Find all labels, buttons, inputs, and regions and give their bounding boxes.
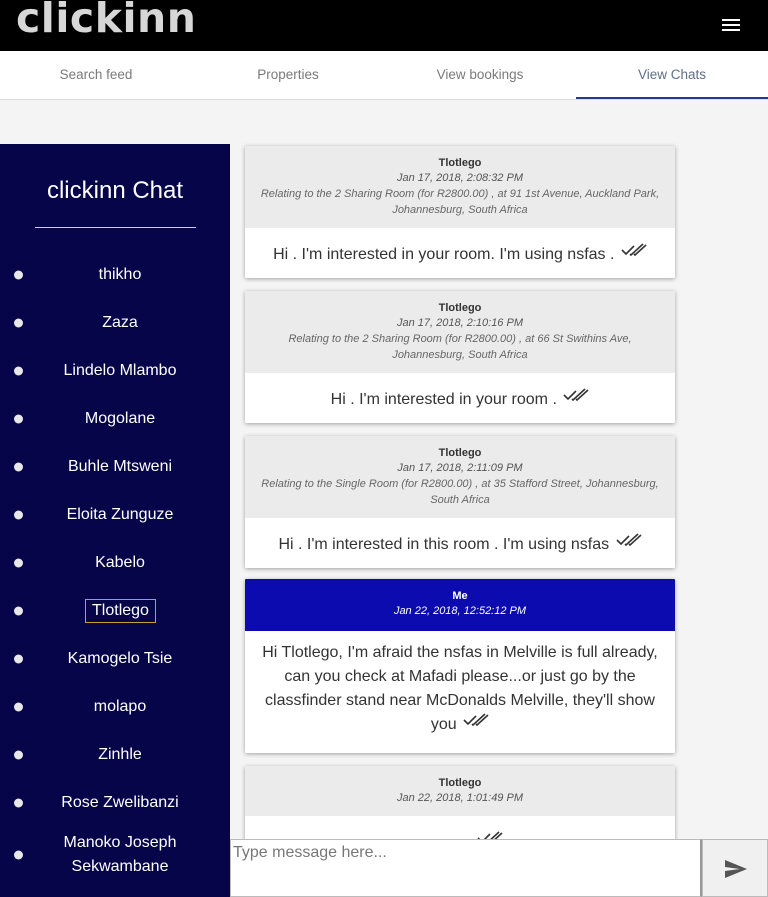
app-bar: clickinn	[0, 0, 768, 51]
contact-item[interactable]: Kabelo	[0, 539, 230, 587]
contact-item[interactable]: molapo	[0, 683, 230, 731]
message-header: Tlotlego Jan 17, 2018, 2:10:16 PM Relati…	[245, 291, 675, 373]
contact-name: Kamogelo Tsie	[67, 650, 173, 667]
contact-name: Buhle Mtsweni	[67, 458, 173, 475]
bullet-icon	[14, 606, 23, 616]
contact-item[interactable]: Lindelo Mlambo	[0, 347, 230, 395]
message-header: Me Jan 22, 2018, 12:52:12 PM	[245, 579, 675, 631]
message-header: Tlotlego Jan 22, 2018, 1:01:49 PM	[245, 766, 675, 816]
message-input[interactable]	[231, 840, 700, 896]
contact-item[interactable]: Buhle Mtsweni	[0, 443, 230, 491]
message-sender: Tlotlego	[438, 302, 482, 314]
message-sender: Tlotlego	[438, 157, 482, 169]
send-button[interactable]	[702, 839, 768, 897]
message-header: Tlotlego Jan 17, 2018, 2:08:32 PM Relati…	[245, 146, 675, 228]
message-time: Jan 17, 2018, 2:11:09 PM	[397, 462, 523, 474]
contact-item[interactable]: Kamogelo Tsie	[0, 635, 230, 683]
message-text: Hi Tlotlego, I'm afraid the nsfas in Mel…	[262, 644, 658, 733]
contact-item[interactable]: Mogolane	[0, 395, 230, 443]
message-time: Jan 17, 2018, 2:10:16 PM	[397, 317, 523, 329]
brand-logo[interactable]: clickinn	[16, 0, 196, 42]
contact-name: Lindelo Mlambo	[63, 362, 177, 379]
contact-name: Kabelo	[95, 554, 145, 571]
message-time: Jan 17, 2018, 2:08:32 PM	[397, 172, 523, 184]
chat-message: Tlotlego Jan 17, 2018, 2:10:16 PM Relati…	[245, 291, 675, 423]
contact-item[interactable]: Zaza	[0, 299, 230, 347]
message-sender: Me	[452, 590, 468, 602]
chat-sidebar: clickinn Chat thikho Zaza Lindelo Mlambo…	[0, 144, 230, 897]
contact-name: Tlotlego	[85, 599, 156, 623]
double-check-icon	[621, 243, 647, 257]
message-sender: Tlotlego	[438, 447, 482, 459]
contact-item[interactable]: Rose Zwelibanzi	[0, 779, 230, 827]
tab-properties[interactable]: Properties	[192, 51, 384, 99]
contact-item[interactable]: thikho	[0, 251, 230, 299]
message-header: Tlotlego Jan 17, 2018, 2:11:09 PM Relati…	[245, 436, 675, 518]
double-check-icon	[615, 533, 642, 547]
message-time: Jan 22, 2018, 1:01:49 PM	[397, 792, 523, 804]
message-time: Jan 22, 2018, 12:52:12 PM	[393, 605, 527, 617]
chat-message-own: Me Jan 22, 2018, 12:52:12 PM Hi Tlotlego…	[245, 579, 675, 753]
message-text: Hi . I'm interested in this room . I'm u…	[278, 536, 610, 553]
message-body: Hi Tlotlego, I'm afraid the nsfas in Mel…	[245, 631, 675, 748]
divider	[35, 227, 196, 228]
chat-message: Tlotlego Jan 17, 2018, 2:11:09 PM Relati…	[245, 436, 675, 568]
contact-name: Eloita Zunguze	[66, 506, 174, 523]
message-body: Hi . I'm interested in this room . I'm u…	[245, 518, 675, 568]
contact-name: molapo	[93, 698, 147, 715]
message-text: Hi . I'm interested in your room .	[330, 391, 557, 408]
double-check-icon	[563, 388, 589, 402]
tab-view-bookings[interactable]: View bookings	[384, 51, 576, 99]
sidebar-title: clickinn Chat	[46, 177, 184, 204]
message-context: Relating to the Single Room (for R2800.0…	[261, 478, 659, 506]
message-body: Hi . I'm interested in your room. I'm us…	[245, 228, 675, 278]
message-context: Relating to the 2 Sharing Room (for R280…	[260, 188, 660, 216]
contact-name: Zinhle	[98, 746, 142, 763]
message-text: Hi . I'm interested in your room. I'm us…	[273, 246, 615, 263]
message-body: Hi . I'm interested in your room .	[245, 373, 675, 423]
nav-tabs: Search feed Properties View bookings Vie…	[0, 51, 768, 100]
contact-name: Rose Zwelibanzi	[61, 794, 179, 811]
message-context: Relating to the 2 Sharing Room (for R280…	[288, 333, 632, 361]
contact-item[interactable]: Eloita Zunguze	[0, 491, 230, 539]
contact-item[interactable]: Zinhle	[0, 731, 230, 779]
contact-name: Manoko Joseph Sekwambane	[63, 834, 177, 875]
tab-view-chats[interactable]: View Chats	[576, 51, 768, 99]
send-icon	[725, 860, 747, 878]
contact-item[interactable]: Manoko Joseph Sekwambane	[0, 827, 230, 883]
chat-message: Tlotlego Jan 17, 2018, 2:08:32 PM Relati…	[245, 146, 675, 278]
message-compose	[230, 839, 702, 897]
contact-name: thikho	[98, 266, 142, 283]
contact-name: Zaza	[102, 314, 138, 331]
double-check-icon	[463, 713, 489, 727]
message-sender: Tlotlego	[438, 777, 482, 789]
contact-item-selected[interactable]: Tlotlego	[0, 587, 230, 635]
menu-icon[interactable]	[720, 17, 744, 35]
tab-search-feed[interactable]: Search feed	[0, 51, 192, 99]
contact-name: Mogolane	[84, 410, 156, 427]
